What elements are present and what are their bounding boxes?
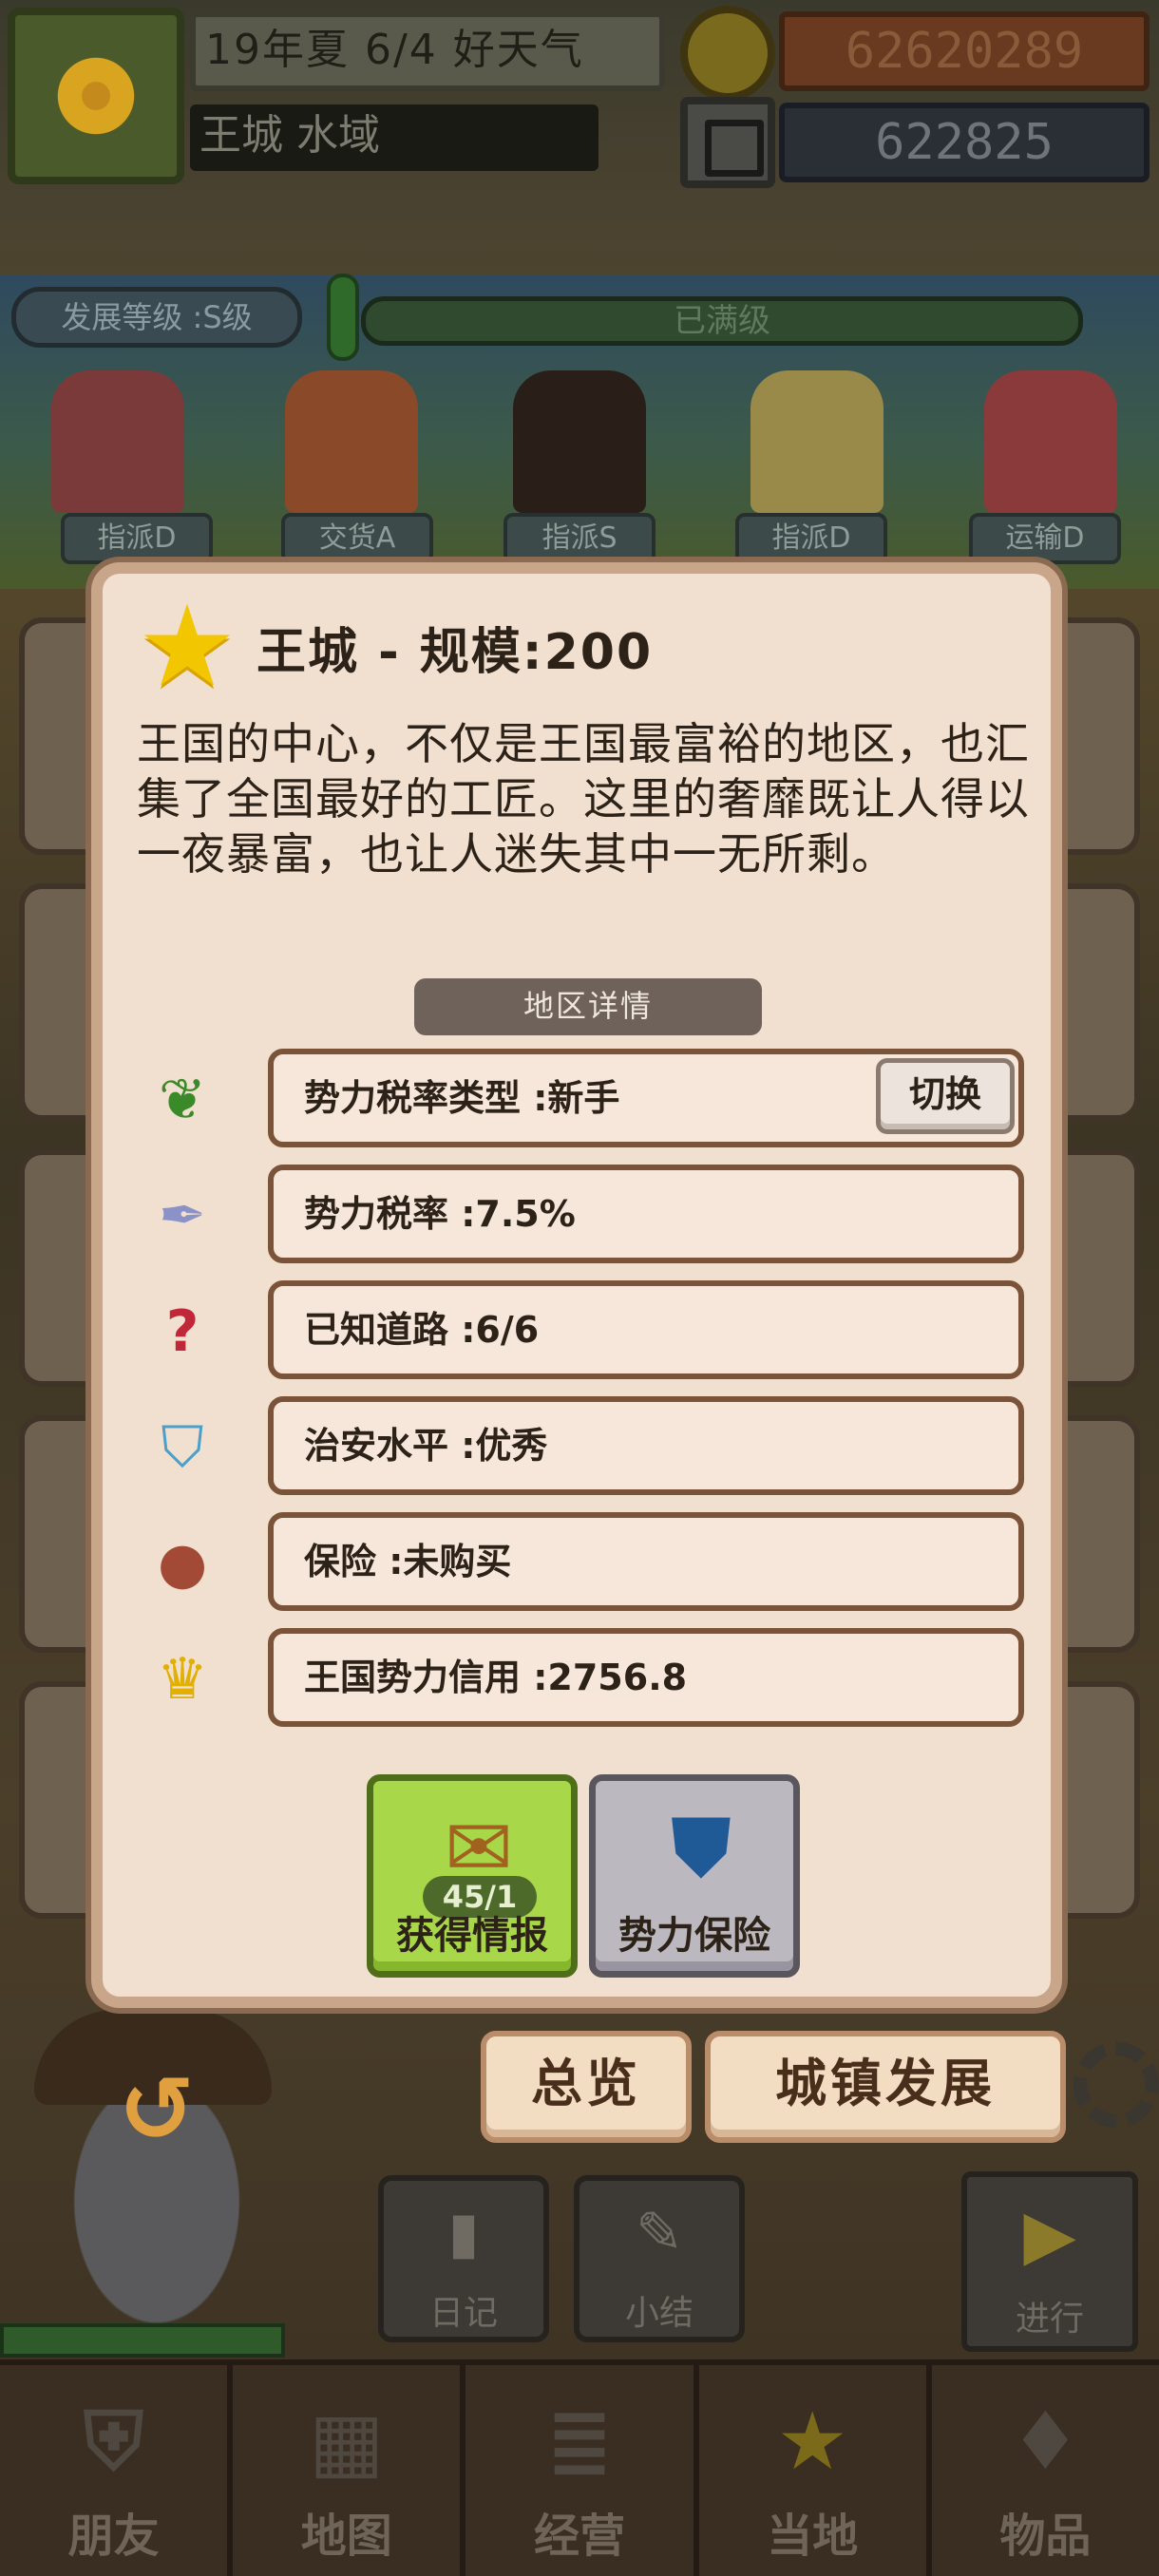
coin-stack-icon: ≣ xyxy=(545,2395,614,2488)
detail-box: 势力税率 :7.5% xyxy=(268,1165,1024,1263)
dialog-title: 王城 - 规模:200 xyxy=(256,624,654,681)
map-icon: ▦ xyxy=(309,2395,385,2488)
location-display: 王城 水域 xyxy=(190,104,598,171)
assignment-tag[interactable]: 指派D xyxy=(61,513,213,564)
pot-icon: ● xyxy=(157,1530,208,1597)
shield-icon: ⛉ xyxy=(161,1414,204,1481)
detail-text: 治安水平 :优秀 xyxy=(304,1425,548,1467)
detail-box: 势力税率类型 :新手 切换 xyxy=(268,1049,1024,1147)
detail-row-known-roads: ? 已知道路 :6/6 xyxy=(137,1280,1030,1379)
level-progress-bar: 已满级 xyxy=(361,296,1083,346)
assignment-tag[interactable]: 指派D xyxy=(735,513,887,564)
diary-button[interactable]: ▮ 日记 xyxy=(378,2175,549,2342)
feather-icon: ✒ xyxy=(158,1183,207,1249)
play-icon: ▶ xyxy=(1023,2194,1076,2274)
nav-label: 经营 xyxy=(534,2510,626,2563)
star-icon: ★ xyxy=(137,580,238,711)
book-icon: ▮ xyxy=(447,2200,480,2266)
detail-row-insurance: ● 保险 :未购买 xyxy=(137,1512,1030,1611)
section-header: 地区详情 xyxy=(414,978,762,1035)
detail-text: 王国势力信用 :2756.8 xyxy=(304,1657,688,1698)
detail-text: 势力税率类型 :新手 xyxy=(304,1077,620,1119)
proceed-label: 进行 xyxy=(1015,2300,1084,2339)
question-icon: ? xyxy=(165,1298,200,1365)
character-sprite xyxy=(285,370,418,513)
date-weather-display: 19年夏 6/4 好天气 xyxy=(190,11,665,91)
town-development-button[interactable]: 城镇发展 xyxy=(705,2031,1066,2143)
region-detail-dialog: ★ 王城 - 规模:200 王国的中心，不仅是王国最富裕的地区，也汇集了全国最好… xyxy=(91,562,1062,2008)
faction-insurance-button[interactable]: ⛊ 势力保险 xyxy=(589,1774,800,1978)
gold-amount: 62620289 xyxy=(779,11,1150,91)
star-icon: ★ xyxy=(776,2395,848,2488)
nav-map[interactable]: ▦ 地图 xyxy=(233,2365,466,2576)
flower-icon xyxy=(51,51,141,141)
nav-label: 当地 xyxy=(767,2510,859,2563)
detail-text: 已知道路 :6/6 xyxy=(304,1309,540,1351)
development-level-tag: 发展等级 :S级 xyxy=(11,287,302,348)
back-arrow-icon[interactable]: ↺ xyxy=(104,2057,209,2162)
nav-items[interactable]: ♦ 物品 xyxy=(932,2365,1159,2576)
detail-row-tax-rate: ✒ 势力税率 :7.5% xyxy=(137,1165,1030,1263)
summary-label: 小结 xyxy=(624,2294,694,2333)
diary-label: 日记 xyxy=(428,2294,498,2333)
bag-icon: ♦ xyxy=(1009,2395,1082,2488)
advisor-stamina-bar xyxy=(0,2323,285,2358)
shield-icon: ⛨ xyxy=(84,2395,144,2488)
detail-box: 治安水平 :优秀 xyxy=(268,1396,1024,1495)
player-avatar[interactable] xyxy=(8,8,184,184)
detail-box: 已知道路 :6/6 xyxy=(268,1280,1024,1379)
proceed-button[interactable]: ▶ 进行 xyxy=(961,2171,1138,2352)
nav-label: 物品 xyxy=(999,2510,1092,2563)
quill-icon: ✎ xyxy=(635,2200,684,2266)
nav-label: 地图 xyxy=(300,2510,392,2563)
region-description: 王国的中心，不仅是王国最富裕的地区，也汇集了全国最好的工匠。这里的奢靡既让人得以… xyxy=(137,718,1030,880)
assignment-tag[interactable]: 运输D xyxy=(969,513,1121,564)
get-intel-button[interactable]: ✉ 45/1 获得情报 xyxy=(367,1774,578,1978)
gem-icon xyxy=(680,97,775,188)
settings-gear-icon[interactable] xyxy=(1074,2042,1159,2128)
nav-local[interactable]: ★ 当地 xyxy=(699,2365,932,2576)
faction-insurance-label: 势力保险 xyxy=(618,1914,770,1958)
switch-button[interactable]: 切换 xyxy=(876,1058,1015,1134)
summary-button[interactable]: ✎ 小结 xyxy=(574,2175,745,2342)
assignment-tag[interactable]: 指派S xyxy=(504,513,656,564)
detail-row-security: ⛉ 治安水平 :优秀 xyxy=(137,1396,1030,1495)
nav-business[interactable]: ≣ 经营 xyxy=(466,2365,699,2576)
detail-text: 保险 :未购买 xyxy=(304,1541,512,1582)
character-sprite xyxy=(750,370,884,513)
shield-icon: ⛊ xyxy=(670,1801,732,1896)
nav-friends[interactable]: ⛨ 朋友 xyxy=(0,2365,234,2576)
bottom-navigation: ⛨ 朋友 ▦ 地图 ≣ 经营 ★ 当地 ♦ 物品 xyxy=(0,2359,1159,2576)
get-intel-label: 获得情报 xyxy=(396,1914,548,1958)
detail-box: 王国势力信用 :2756.8 xyxy=(268,1628,1024,1727)
sprout-icon: ❦ xyxy=(158,1067,207,1133)
detail-row-credit: ♛ 王国势力信用 :2756.8 xyxy=(137,1628,1030,1727)
gem-amount: 622825 xyxy=(779,103,1150,182)
gold-coin-icon xyxy=(680,6,775,101)
nav-label: 朋友 xyxy=(67,2510,160,2563)
detail-row-tax-type: ❦ 势力税率类型 :新手 切换 xyxy=(137,1049,1030,1147)
detail-text: 势力税率 :7.5% xyxy=(304,1193,576,1235)
level-marker-icon xyxy=(327,274,359,361)
crown-icon: ♛ xyxy=(157,1646,208,1713)
assignment-tag[interactable]: 交货A xyxy=(281,513,433,564)
character-sprite xyxy=(51,370,184,513)
overview-button[interactable]: 总览 xyxy=(481,2031,692,2143)
detail-box: 保险 :未购买 xyxy=(268,1512,1024,1611)
character-sprite xyxy=(513,370,646,513)
character-sprite xyxy=(984,370,1117,513)
